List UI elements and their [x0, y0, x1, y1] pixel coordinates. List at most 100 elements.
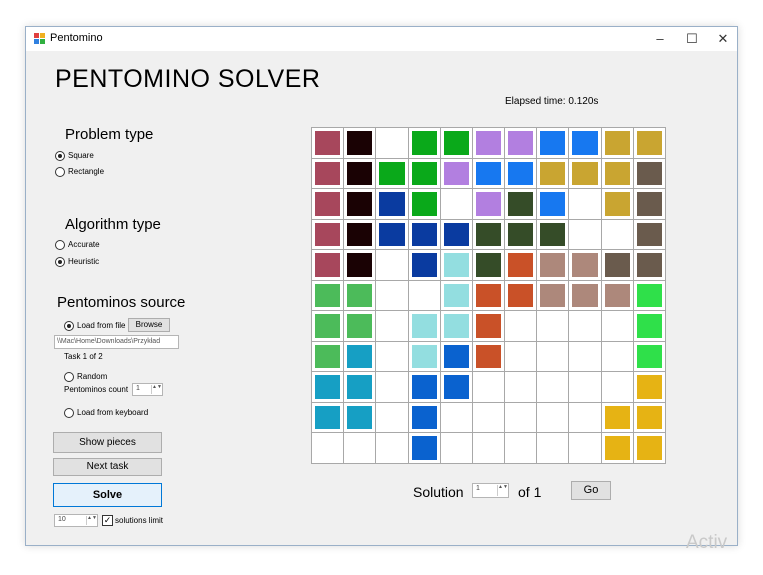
board-cell — [537, 219, 569, 250]
board-cell — [601, 280, 633, 311]
board-cell — [601, 433, 633, 463]
radio-accurate[interactable] — [55, 240, 65, 250]
pentomino-tile — [636, 253, 662, 277]
board-cell — [344, 219, 376, 250]
pentomino-tile — [604, 131, 630, 155]
spin-arrows-icon[interactable]: ▲▼ — [151, 385, 162, 394]
board-cell — [344, 128, 376, 158]
board-cell — [312, 341, 344, 372]
pentomino-tile — [315, 161, 341, 186]
pentomino-tile — [636, 131, 662, 155]
board-cell — [505, 189, 537, 219]
pentomino-tile — [508, 253, 534, 277]
board-cell — [633, 372, 665, 402]
go-button[interactable]: Go — [571, 481, 611, 500]
board-cell — [601, 402, 633, 433]
solution-stepper[interactable]: 1 ▲▼ — [472, 483, 509, 498]
board-cell — [505, 128, 537, 158]
board-cell — [312, 372, 344, 402]
next-task-button[interactable]: Next task — [53, 458, 162, 476]
pentomino-tile — [508, 283, 534, 308]
pentomino-tile — [572, 253, 598, 277]
close-icon[interactable]: ✕ — [708, 27, 738, 51]
board-cell — [537, 341, 569, 372]
radio-random[interactable] — [64, 372, 74, 382]
board-cell — [376, 372, 408, 402]
board-cell — [505, 158, 537, 189]
board-cell — [537, 433, 569, 463]
board-cell — [376, 128, 408, 158]
pentomino-tile — [604, 283, 630, 308]
pentomino-tile — [540, 161, 566, 186]
pentomino-tile — [443, 253, 469, 277]
spin-arrows-icon[interactable]: ▲▼ — [497, 485, 508, 496]
board-cell — [440, 219, 472, 250]
board-cell — [505, 402, 537, 433]
board-cell — [505, 433, 537, 463]
spin-arrows-icon[interactable]: ▲▼ — [86, 516, 97, 525]
pentomino-tile — [636, 314, 662, 338]
pentomino-tile — [636, 436, 662, 460]
pentomino-tile — [443, 222, 469, 247]
board-cell — [408, 158, 440, 189]
board-cell — [376, 189, 408, 219]
task-counter: Task 1 of 2 — [64, 352, 103, 361]
board-cell — [376, 250, 408, 280]
radio-load-from-keyboard[interactable] — [64, 408, 74, 418]
board-cell — [472, 189, 505, 219]
radio-heuristic[interactable] — [55, 257, 65, 267]
board-cell — [472, 433, 505, 463]
board-cell — [633, 219, 665, 250]
board-cell — [537, 128, 569, 158]
title-bar[interactable]: Pentomino – ☐ ✕ — [26, 27, 737, 51]
board-cell — [408, 250, 440, 280]
pentominos-count-stepper[interactable]: 1 ▲▼ — [132, 383, 163, 396]
solutions-limit-stepper[interactable]: 10 ▲▼ — [54, 514, 98, 527]
board-cell — [505, 311, 537, 341]
board-cell — [472, 280, 505, 311]
show-pieces-button[interactable]: Show pieces — [53, 432, 162, 453]
board-cell — [633, 158, 665, 189]
pentomino-tile — [443, 131, 469, 155]
pentomino-tile — [411, 405, 437, 430]
board-cell — [537, 189, 569, 219]
board-cell — [312, 250, 344, 280]
board-cell — [569, 219, 601, 250]
pentomino-tile — [347, 131, 373, 155]
board-cell — [376, 341, 408, 372]
problem-type-title: Problem type — [65, 126, 154, 143]
file-path-field[interactable]: \\Mac\Home\Downloads\Przykład — [54, 335, 179, 349]
board-cell — [376, 311, 408, 341]
radio-square[interactable] — [55, 151, 65, 161]
board-cell — [505, 372, 537, 402]
page-title: PENTOMINO SOLVER — [55, 65, 321, 93]
radio-rectangle[interactable] — [55, 167, 65, 177]
pentomino-tile — [315, 405, 341, 430]
board-cell — [633, 128, 665, 158]
board-cell — [537, 311, 569, 341]
solve-button[interactable]: Solve — [53, 483, 162, 507]
pentomino-tile — [379, 161, 405, 186]
pentomino-tile — [443, 314, 469, 338]
solutions-limit-checkbox[interactable]: ✓ — [102, 515, 113, 526]
board-cell — [376, 433, 408, 463]
board-cell — [408, 219, 440, 250]
random-label: Random — [77, 372, 108, 381]
pentomino-tile — [411, 131, 437, 155]
pentomino-tile — [411, 192, 437, 216]
board-cell — [633, 402, 665, 433]
pentomino-tile — [604, 253, 630, 277]
minimize-icon[interactable]: – — [645, 27, 675, 51]
board-cell — [472, 219, 505, 250]
board-cell — [312, 280, 344, 311]
board-cell — [312, 189, 344, 219]
browse-button[interactable]: Browse — [128, 318, 170, 332]
board-cell — [440, 158, 472, 189]
maximize-icon[interactable]: ☐ — [677, 27, 707, 51]
board-cell — [344, 402, 376, 433]
pentomino-tile — [636, 375, 662, 399]
radio-load-from-file[interactable] — [64, 321, 74, 331]
board-cell — [440, 341, 472, 372]
board-cell — [440, 280, 472, 311]
pentomino-tile — [572, 161, 598, 186]
